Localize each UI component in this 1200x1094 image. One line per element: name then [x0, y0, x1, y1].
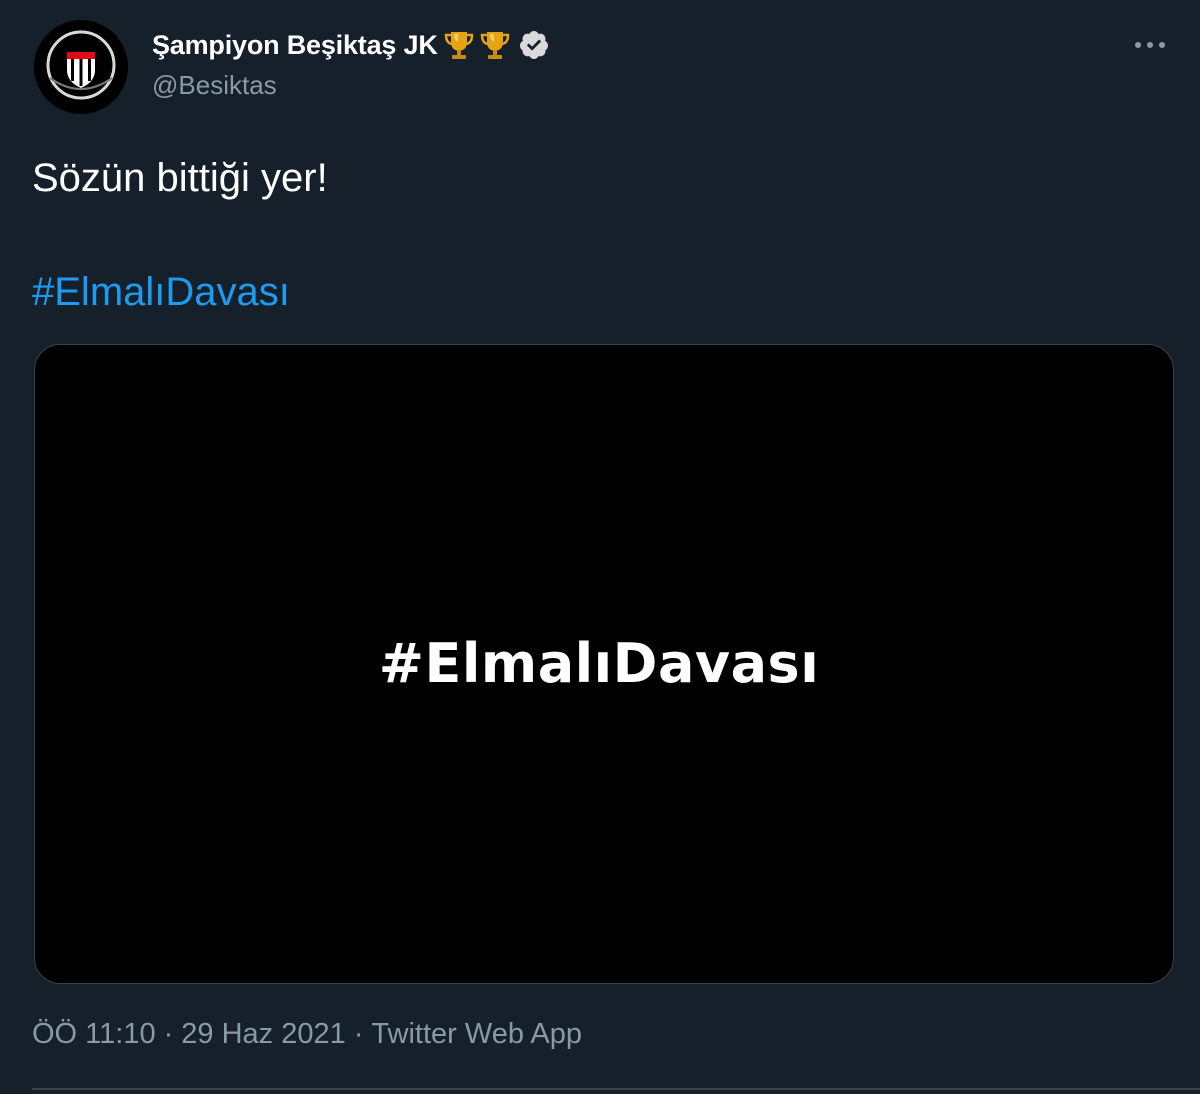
divider [32, 1088, 1200, 1090]
tweet-text: Sözün bittiği yer! [32, 156, 328, 200]
more-dots-icon [1135, 42, 1165, 48]
media-overlay-text: #ElmalıDavası [378, 631, 820, 695]
tweet-time[interactable]: ÖÖ 11:10 [32, 1018, 156, 1051]
hashtag-link[interactable]: #ElmalıDavası [32, 266, 290, 318]
media-video-card[interactable]: #ElmalıDavası [34, 344, 1174, 984]
tweet: Şampiyon Beşiktaş JK @Besiktas Sözün bit… [0, 0, 1200, 1094]
trophy-icon [480, 32, 509, 59]
tweet-date[interactable]: 29 Haz 2021 [181, 1018, 345, 1051]
tweet-meta: ÖÖ 11:10 · 29 Haz 2021 · Twitter Web App [32, 1018, 582, 1051]
besiktas-crest-icon [35, 21, 127, 113]
trophy-icon [444, 32, 473, 59]
author-name-row: Şampiyon Beşiktaş JK [152, 26, 550, 64]
more-options-button[interactable] [1128, 30, 1172, 60]
author-display-name[interactable]: Şampiyon Beşiktaş JK [152, 30, 438, 61]
author-handle[interactable]: @Besiktas [152, 70, 277, 101]
meta-separator: · [163, 1018, 174, 1050]
verified-badge-icon [519, 31, 548, 59]
meta-separator: · [353, 1018, 364, 1050]
avatar[interactable] [34, 20, 128, 114]
tweet-source[interactable]: Twitter Web App [371, 1018, 582, 1051]
